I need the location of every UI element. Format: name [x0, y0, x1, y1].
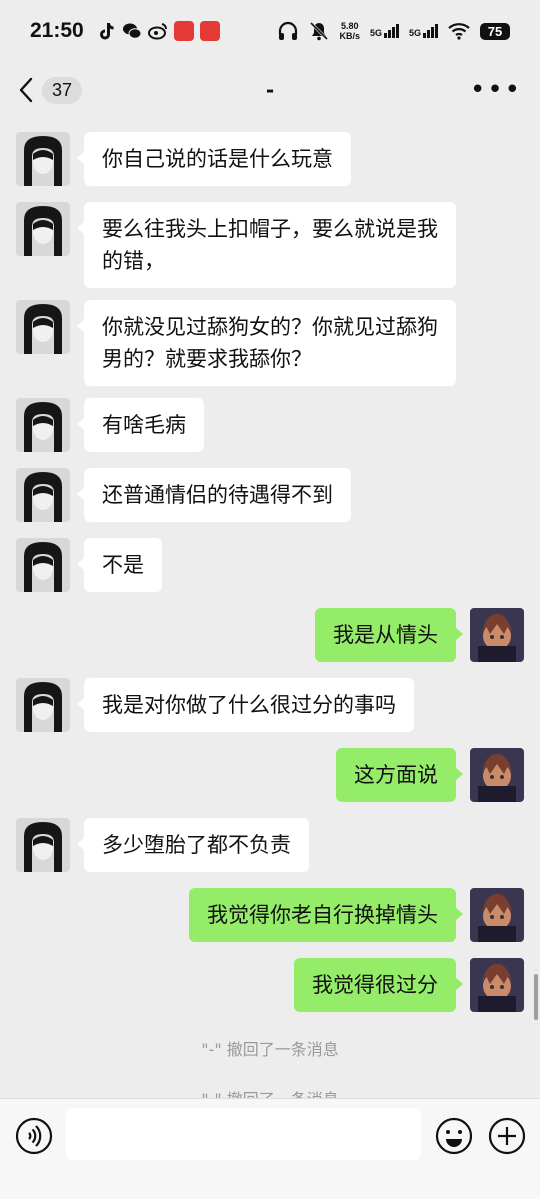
message-row: 还普通情侣的待遇得不到: [16, 468, 351, 522]
sim2-label: 5G: [408, 28, 421, 38]
net-speed-value: 5.80: [340, 21, 359, 31]
contact-avatar[interactable]: [16, 678, 70, 732]
message-bubble[interactable]: 这方面说: [336, 748, 463, 802]
message-bubble[interactable]: 我觉得很过分: [294, 958, 463, 1012]
chat-header: 37 - •••: [0, 62, 540, 118]
status-time: 21:50: [30, 19, 84, 42]
message-bubble[interactable]: 你自己说的话是什么玩意: [77, 132, 351, 186]
notification-icons: [96, 21, 220, 41]
contact-avatar[interactable]: [16, 132, 70, 186]
voice-icon[interactable]: [14, 1116, 54, 1156]
recall-notice: "-" 撤回了一条消息: [0, 1086, 540, 1098]
back-button[interactable]: 37: [18, 76, 83, 104]
message-row: 不是: [16, 538, 162, 592]
contact-avatar[interactable]: [16, 300, 70, 354]
message-bubble[interactable]: 我觉得你老自行换掉情头: [189, 888, 463, 942]
message-row: 有啥毛病: [16, 398, 204, 452]
message-row: 这方面说: [336, 748, 524, 802]
wifi-icon: [448, 23, 470, 40]
message-bubble[interactable]: 多少堕胎了都不负责: [77, 818, 309, 872]
message-row: 我觉得你老自行换掉情头: [189, 888, 524, 942]
contact-avatar[interactable]: [16, 468, 70, 522]
message-row: 我是对你做了什么很过分的事吗: [16, 678, 414, 732]
self-avatar[interactable]: [470, 608, 524, 662]
signal-icon: [383, 24, 399, 38]
emoji-icon[interactable]: [434, 1116, 474, 1156]
message-row: 多少堕胎了都不负责: [16, 818, 309, 872]
message-row: 我是从情头: [315, 608, 524, 662]
signal-icon: [423, 24, 438, 38]
headphones-icon: [279, 21, 298, 40]
message-bubble[interactable]: 不是: [77, 538, 162, 592]
message-bubble[interactable]: 还普通情侣的待遇得不到: [77, 468, 351, 522]
contact-avatar[interactable]: [16, 398, 70, 452]
self-avatar[interactable]: [470, 748, 524, 802]
sim1-label: 5G: [369, 28, 382, 38]
app-red2-icon: [199, 21, 220, 41]
net-speed-unit: KB/s: [339, 31, 360, 41]
message-bubble[interactable]: 有啥毛病: [77, 398, 204, 452]
net-speed: 5.80 KB/s: [339, 21, 360, 41]
message-input[interactable]: [66, 1108, 421, 1160]
status-bar: 21:50 5.80 KB/s 5G 5G 75: [0, 0, 540, 62]
scrollbar-thumb[interactable]: [534, 974, 538, 1020]
input-bar: [0, 1098, 540, 1199]
contact-avatar[interactable]: [16, 538, 70, 592]
wechat-icon: [122, 23, 142, 39]
weibo-icon: [147, 23, 167, 40]
signal-sim1: 5G: [370, 24, 399, 38]
message-row: 我觉得很过分: [294, 958, 524, 1012]
unread-count-badge: 37: [42, 76, 83, 104]
message-row: 你自己说的话是什么玩意: [16, 132, 351, 186]
message-row: 你就没见过舔狗女的？你就见过舔狗男的？就要求我舔你？: [16, 300, 456, 386]
chevron-left-icon: [19, 77, 33, 103]
recall-notice: "-" 撤回了一条消息: [201, 1040, 339, 1059]
message-bubble[interactable]: 我是对你做了什么很过分的事吗: [77, 678, 414, 732]
signal-sim2: 5G: [409, 24, 438, 38]
mute-icon: [310, 21, 329, 41]
more-options-button[interactable]: •••: [470, 75, 522, 105]
message-list[interactable]: 你自己说的话是什么玩意 要么往我头上扣帽子，要么就说是我的错， 你就没见过舔狗女…: [0, 118, 540, 1098]
self-avatar[interactable]: [470, 888, 524, 942]
tiktok-icon: [99, 23, 114, 40]
message-bubble[interactable]: 我是从情头: [315, 608, 463, 662]
app-red-icon: [173, 21, 194, 41]
contact-avatar[interactable]: [16, 818, 70, 872]
message-row: 要么往我头上扣帽子，要么就说是我的错，: [16, 202, 456, 288]
self-avatar[interactable]: [470, 958, 524, 1012]
battery-icon: 75: [480, 22, 510, 40]
plus-icon[interactable]: [487, 1116, 527, 1156]
message-bubble[interactable]: 要么往我头上扣帽子，要么就说是我的错，: [77, 202, 456, 288]
message-bubble[interactable]: 你就没见过舔狗女的？你就见过舔狗男的？就要求我舔你？: [77, 300, 456, 386]
contact-avatar[interactable]: [16, 202, 70, 256]
